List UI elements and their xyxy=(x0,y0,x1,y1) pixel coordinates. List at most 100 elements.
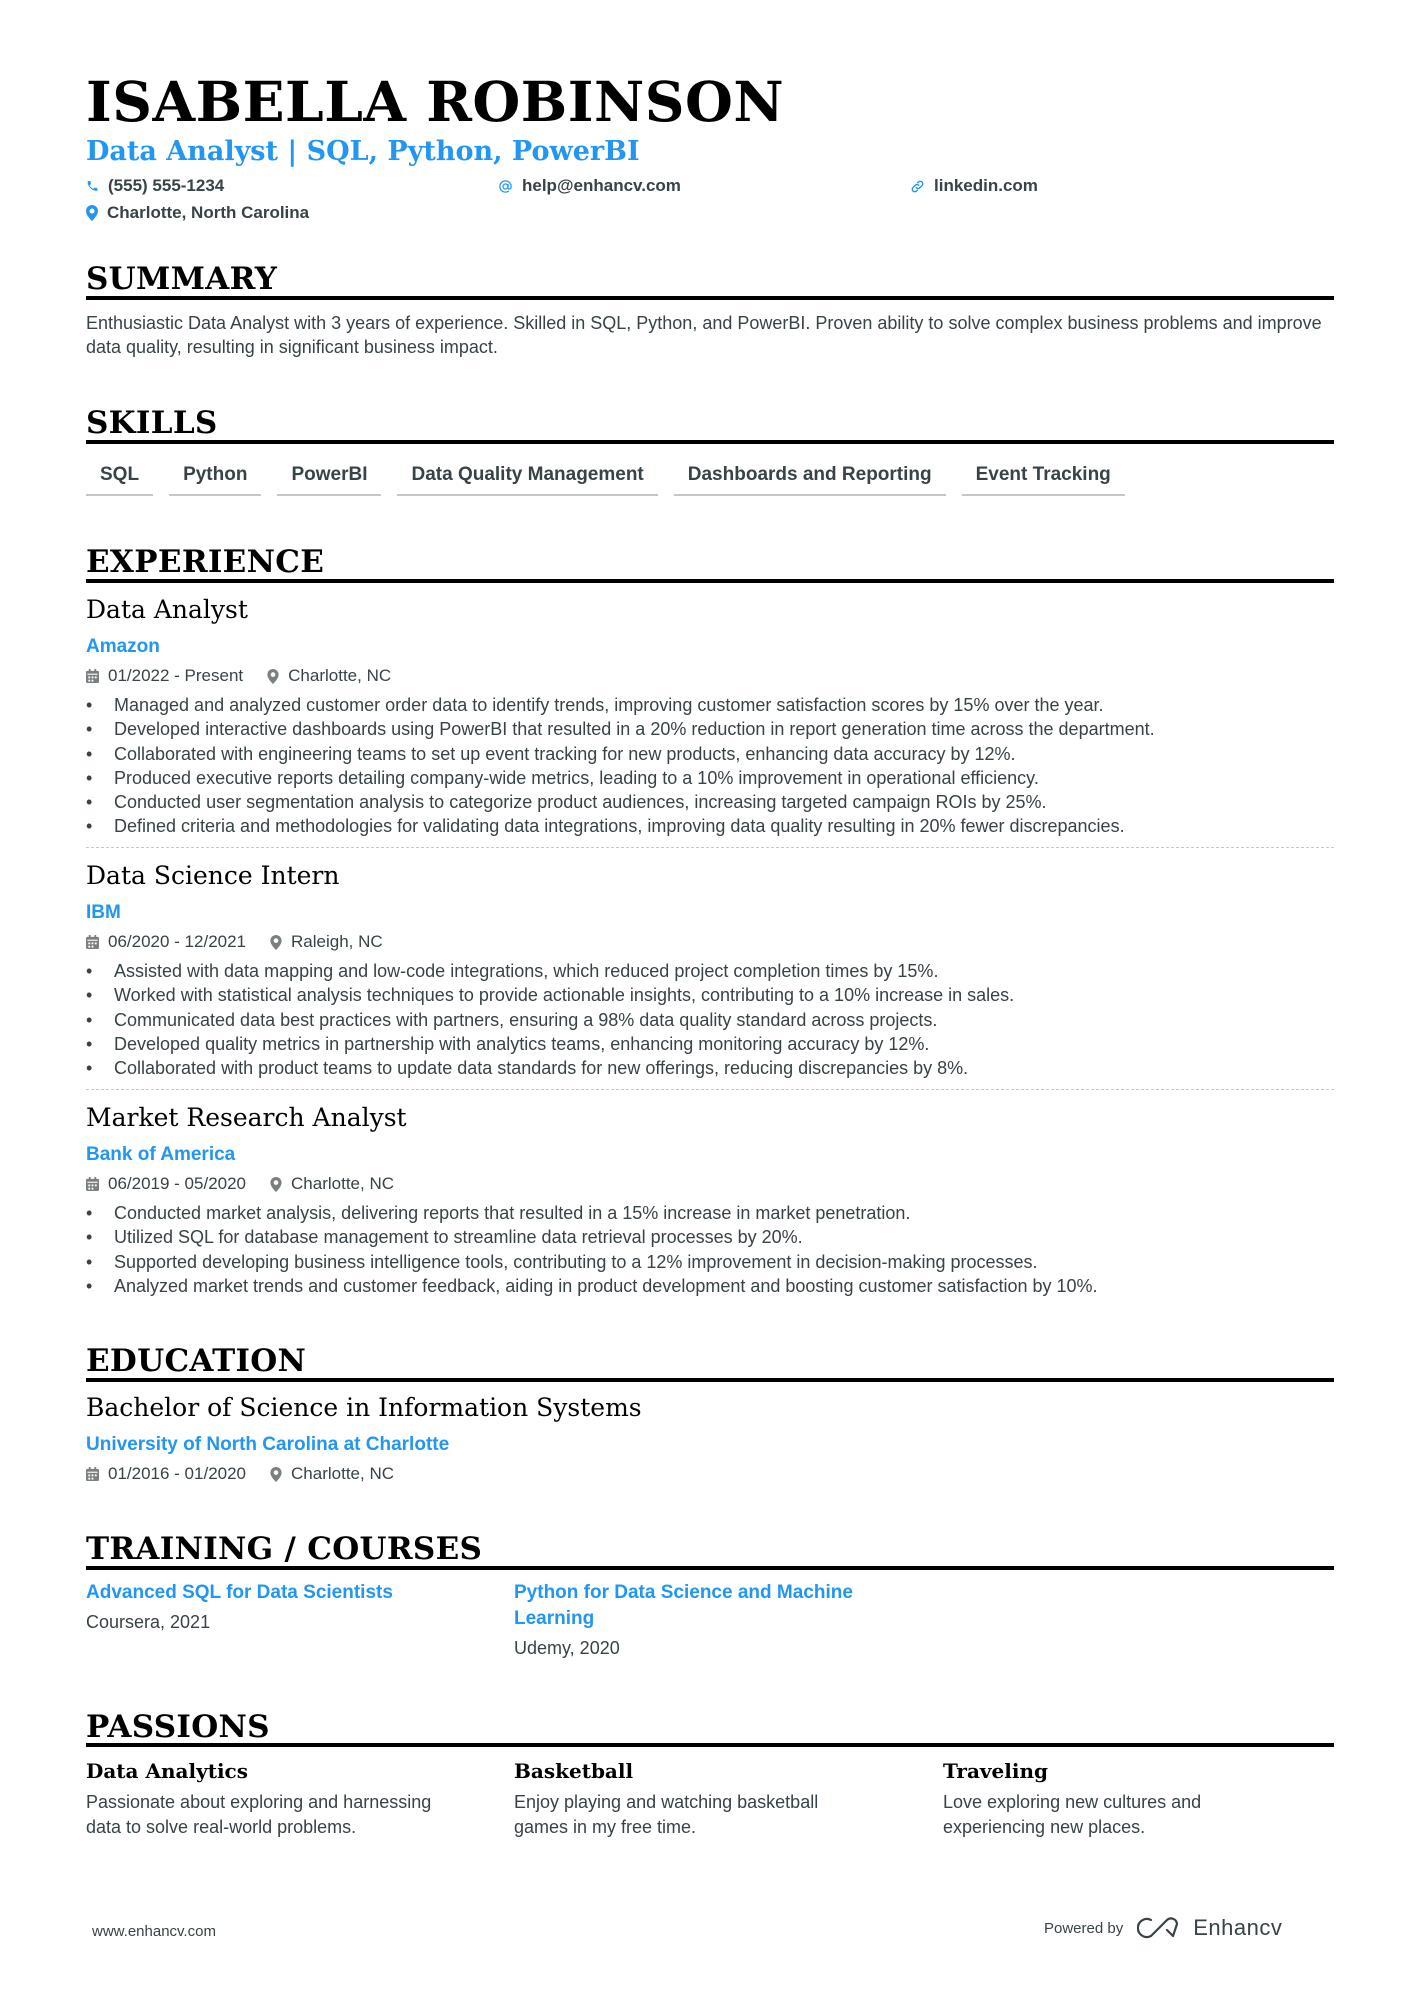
job-separator xyxy=(86,1089,1334,1090)
education-heading: EDUCATION xyxy=(86,1343,307,1379)
skill-tag: Data Quality Management xyxy=(397,464,658,496)
skill-tag: PowerBI xyxy=(277,464,382,496)
course-item: Python for Data Science and Machine Lear… xyxy=(514,1580,914,1660)
calendar-icon xyxy=(86,1177,99,1191)
job-location: Charlotte, NC xyxy=(288,666,392,685)
job-meta: 06/2019 - 05/2020 Charlotte, NC xyxy=(86,1174,418,1194)
candidate-subtitle: Data Analyst | SQL, Python, PowerBI xyxy=(86,136,640,167)
passions-heading: PASSIONS xyxy=(86,1709,270,1745)
location-pin-icon xyxy=(270,1176,282,1192)
degree-title: Bachelor of Science in Information Syste… xyxy=(86,1393,642,1422)
website-link[interactable]: www.enhancv.com xyxy=(92,1923,216,1940)
course-provider: Coursera, 2021 xyxy=(86,1612,211,1632)
job-separator xyxy=(86,847,1334,848)
skill-tag: SQL xyxy=(86,464,154,496)
enhancv-brand[interactable]: Enhancv xyxy=(1137,1915,1282,1941)
skill-tag: Event Tracking xyxy=(961,464,1125,496)
skill-tag: Python xyxy=(169,464,262,496)
bullet-item: Collaborated with product teams to updat… xyxy=(86,1056,1014,1081)
bullet-item: Collaborated with engineering teams to s… xyxy=(86,742,1155,767)
job-dates: 06/2019 - 05/2020 xyxy=(108,1174,247,1193)
passion-description: Passionate about exploring and harnessin… xyxy=(86,1792,432,1837)
bullet-item: Worked with statistical analysis techniq… xyxy=(86,983,1014,1008)
course-item: Advanced SQL for Data Scientists Courser… xyxy=(86,1580,486,1634)
bullet-item: Communicated data best practices with pa… xyxy=(86,1008,1014,1033)
job-location: Charlotte, NC xyxy=(291,1174,394,1193)
job-company: Bank of America xyxy=(86,1144,236,1165)
job-company: IBM xyxy=(86,902,121,923)
skills-list: SQL Python PowerBI Data Quality Manageme… xyxy=(86,464,1125,496)
passion-item: Traveling Love exploring new cultures an… xyxy=(943,1761,1303,1839)
location-pin-icon xyxy=(86,205,98,221)
course-provider: Udemy, 2020 xyxy=(514,1638,620,1658)
job-meta: 01/2022 - Present Charlotte, NC xyxy=(86,666,415,686)
job-bullets: Conducted market analysis, delivering re… xyxy=(86,1201,1098,1298)
skill-tag: Dashboards and Reporting xyxy=(673,464,946,496)
email-link[interactable]: help@enhancv.com xyxy=(522,176,681,196)
job-company: Amazon xyxy=(86,636,160,657)
bullet-item: Supported developing business intelligen… xyxy=(86,1250,1098,1275)
bullet-item: Defined criteria and methodologies for v… xyxy=(86,814,1155,839)
job-title: Market Research Analyst xyxy=(86,1103,407,1132)
job-bullets: Managed and analyzed customer order data… xyxy=(86,693,1155,839)
experience-divider xyxy=(86,579,1334,583)
education-meta: 01/2016 - 01/2020 Charlotte, NC xyxy=(86,1464,418,1484)
link-icon xyxy=(911,180,924,192)
education-dates: 01/2016 - 01/2020 xyxy=(108,1464,247,1483)
bullet-item: Conducted user segmentation analysis to … xyxy=(86,790,1155,815)
enhancv-logo-icon xyxy=(1137,1917,1179,1939)
brand-name: Enhancv xyxy=(1193,1915,1283,1940)
contact-location: Charlotte, North Carolina xyxy=(86,203,309,223)
job-title: Data Science Intern xyxy=(86,861,340,890)
bullet-item: Assisted with data mapping and low-code … xyxy=(86,959,1014,984)
location-pin-icon xyxy=(267,668,279,684)
contact-linkedin: linkedin.com xyxy=(910,176,1038,196)
location-value: Charlotte, North Carolina xyxy=(107,203,310,222)
contact-email: help@enhancv.com xyxy=(498,176,681,196)
job-dates: 01/2022 - Present xyxy=(108,666,244,685)
bullet-item: Developed interactive dashboards using P… xyxy=(86,717,1155,742)
calendar-icon xyxy=(86,1467,99,1481)
school-name: University of North Carolina at Charlott… xyxy=(86,1434,450,1455)
training-heading: TRAINING / COURSES xyxy=(86,1531,483,1567)
phone-icon xyxy=(87,181,98,191)
bullet-item: Conducted market analysis, delivering re… xyxy=(86,1201,1098,1226)
contact-phone: (555) 555-1234 xyxy=(86,176,224,196)
skills-heading: SKILLS xyxy=(86,405,218,441)
resume-page: ISABELLA ROBINSON Data Analyst | SQL, Py… xyxy=(86,0,1334,1995)
passion-title: Basketball xyxy=(514,1759,634,1783)
passion-title: Traveling xyxy=(943,1759,1048,1783)
powered-by: Powered by Enhancv xyxy=(1044,1915,1282,1941)
passion-item: Data Analytics Passionate about explorin… xyxy=(86,1761,446,1839)
job-location: Raleigh, NC xyxy=(291,932,383,951)
phone-value: (555) 555-1234 xyxy=(108,176,225,195)
training-divider xyxy=(86,1566,1334,1570)
passion-description: Enjoy playing and watching basketball ga… xyxy=(514,1792,819,1837)
bullet-item: Analyzed market trends and customer feed… xyxy=(86,1274,1098,1299)
course-title: Advanced SQL for Data Scientists xyxy=(86,1582,393,1603)
education-location: Charlotte, NC xyxy=(291,1464,394,1483)
at-icon xyxy=(499,179,512,193)
location-pin-icon xyxy=(270,1466,282,1482)
location-pin-icon xyxy=(270,934,282,950)
course-title: Python for Data Science and Machine Lear… xyxy=(514,1582,853,1629)
education-divider xyxy=(86,1378,1334,1382)
job-meta: 06/2020 - 12/2021 Raleigh, NC xyxy=(86,932,407,952)
job-dates: 06/2020 - 12/2021 xyxy=(108,932,247,951)
job-bullets: Assisted with data mapping and low-code … xyxy=(86,959,1014,1081)
bullet-item: Produced executive reports detailing com… xyxy=(86,766,1155,791)
passion-title: Data Analytics xyxy=(86,1759,248,1783)
summary-divider xyxy=(86,296,1334,300)
linkedin-link[interactable]: linkedin.com xyxy=(934,176,1038,196)
passion-description: Love exploring new cultures and experien… xyxy=(943,1792,1202,1837)
calendar-icon xyxy=(86,669,99,683)
powered-by-label: Powered by xyxy=(1044,1919,1124,1937)
job-title: Data Analyst xyxy=(86,595,248,624)
experience-heading: EXPERIENCE xyxy=(86,544,325,580)
candidate-name: ISABELLA ROBINSON xyxy=(86,69,785,134)
skills-divider xyxy=(86,440,1334,444)
summary-heading: SUMMARY xyxy=(86,261,278,297)
bullet-item: Utilized SQL for database management to … xyxy=(86,1225,1098,1250)
bullet-item: Managed and analyzed customer order data… xyxy=(86,693,1155,718)
bullet-item: Developed quality metrics in partnership… xyxy=(86,1032,1014,1057)
